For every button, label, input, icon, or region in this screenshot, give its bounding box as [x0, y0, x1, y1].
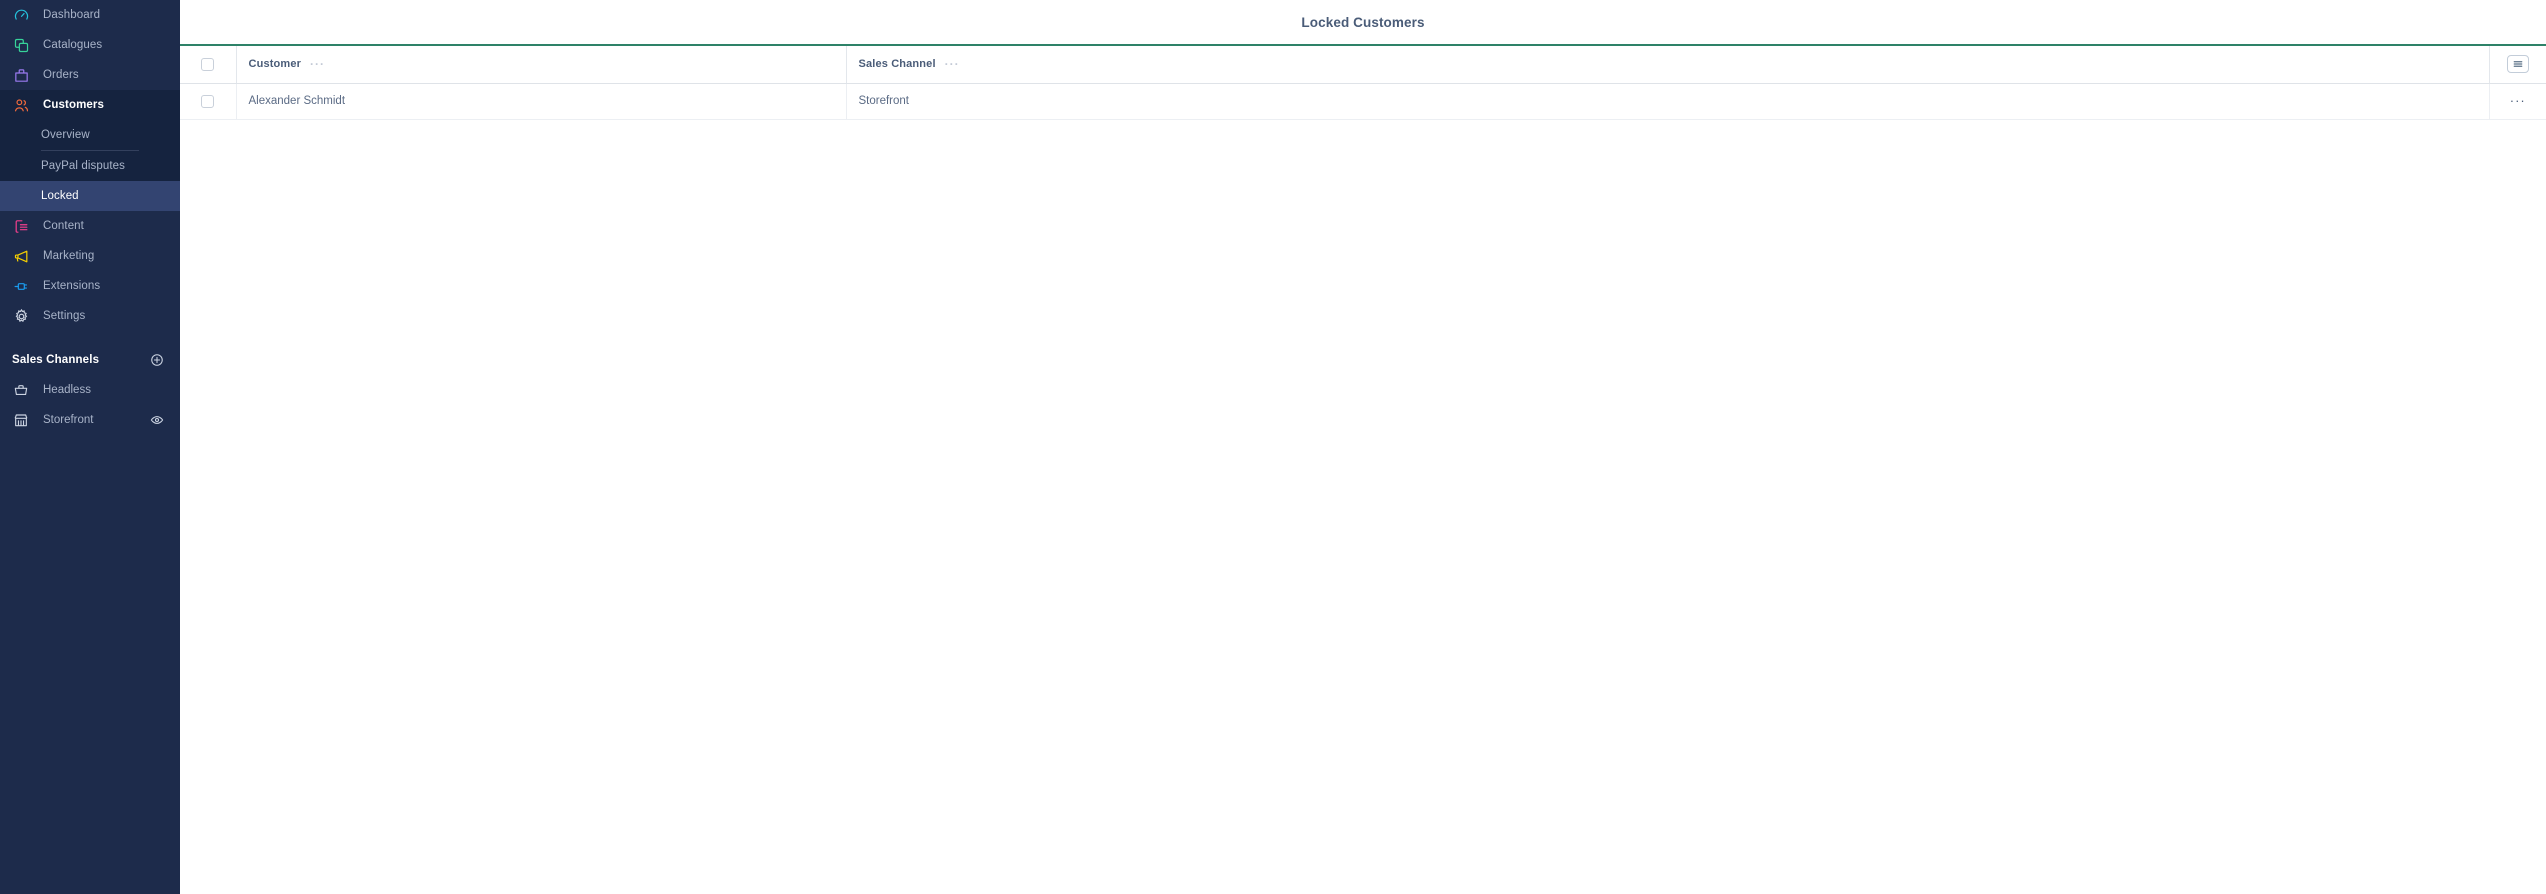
sidebar-item-marketing[interactable]: Marketing	[0, 241, 180, 271]
select-all-checkbox[interactable]	[201, 57, 215, 71]
locked-customers-table: Customer ··· Sales Channel ··· Alexander…	[180, 46, 2546, 120]
column-menu-icon[interactable]: ···	[945, 58, 960, 70]
table-head: Customer ··· Sales Channel ···	[180, 46, 2546, 84]
page-title: Locked Customers	[1301, 14, 1425, 30]
content-icon	[12, 217, 30, 235]
sidebar-item-orders[interactable]: Orders	[0, 60, 180, 90]
column-header-customer[interactable]: Customer ···	[236, 46, 847, 84]
sales-channels-title: Sales Channels	[12, 354, 100, 366]
main-content: Locked Customers Customer ··· Sales Chan…	[180, 0, 2546, 894]
eye-icon[interactable]	[150, 413, 164, 427]
sidebar-item-label: Extensions	[43, 280, 101, 292]
table-row[interactable]: Alexander Schmidt Storefront ···	[180, 83, 2546, 120]
column-settings-header	[2489, 46, 2546, 84]
sidebar-subitem-paypal-disputes[interactable]: PayPal disputes	[0, 151, 180, 181]
sidebar-item-label: Customers	[43, 99, 104, 111]
data-grid: Customer ··· Sales Channel ··· Alexander…	[180, 46, 2546, 894]
cell-sales-channel: Storefront	[846, 83, 2490, 120]
bag-icon	[12, 66, 30, 84]
layers-icon	[12, 36, 30, 54]
sidebar-item-extensions[interactable]: Extensions	[0, 271, 180, 301]
sidebar-item-label: Catalogues	[43, 39, 103, 51]
column-header-label: Customer	[248, 58, 302, 71]
row-checkbox[interactable]	[201, 94, 215, 108]
sidebar-item-catalogues[interactable]: Catalogues	[0, 30, 180, 60]
select-all-cell	[180, 57, 236, 71]
sidebar-item-settings[interactable]: Settings	[0, 301, 180, 331]
sidebar-subitem-label: Locked	[41, 190, 79, 202]
sidebar-item-dashboard[interactable]: Dashboard	[0, 0, 180, 30]
column-menu-icon[interactable]: ···	[310, 58, 325, 70]
cell-row-actions: ···	[2489, 83, 2546, 120]
row-menu-icon[interactable]: ···	[2510, 94, 2526, 107]
megaphone-icon	[12, 247, 30, 265]
cell-customer: Alexander Schmidt	[236, 83, 847, 120]
table-header-row: Customer ··· Sales Channel ···	[180, 46, 2546, 84]
column-header-label: Sales Channel	[858, 58, 936, 71]
row-select-cell-inner	[180, 94, 236, 108]
table-body: Alexander Schmidt Storefront ···	[180, 83, 2546, 120]
basket-icon	[12, 382, 30, 398]
row-select-cell	[180, 83, 237, 120]
sidebar-item-label: Orders	[43, 69, 79, 81]
sidebar-subitem-label: PayPal disputes	[41, 160, 125, 172]
column-header-sales-channel[interactable]: Sales Channel ···	[846, 46, 2490, 84]
sidebar: Dashboard Catalogues Orders Customers Ov…	[0, 0, 180, 894]
store-icon	[12, 412, 30, 428]
sidebar-item-customers[interactable]: Customers	[0, 90, 180, 120]
sales-channel-label: Headless	[43, 384, 91, 396]
sidebar-item-label: Content	[43, 220, 84, 232]
users-icon	[12, 96, 30, 114]
plug-icon	[12, 277, 30, 295]
sidebar-item-label: Dashboard	[43, 9, 101, 21]
sales-channel-label: Storefront	[43, 414, 94, 426]
gauge-icon	[12, 6, 30, 24]
gear-icon	[12, 307, 30, 325]
sales-channel-storefront[interactable]: Storefront	[0, 405, 180, 435]
sidebar-item-label: Settings	[43, 310, 86, 322]
sidebar-item-content[interactable]: Content	[0, 211, 180, 241]
sidebar-item-label: Marketing	[43, 250, 95, 262]
sales-channel-headless[interactable]: Headless	[0, 375, 180, 405]
sidebar-group-customers: Customers Overview PayPal disputes	[0, 90, 180, 181]
sidebar-subitem-overview[interactable]: Overview	[0, 120, 180, 150]
page-header: Locked Customers	[180, 0, 2546, 44]
sales-channels-section-header: Sales Channels	[0, 345, 180, 375]
select-all-header	[180, 46, 237, 84]
columns-settings-icon[interactable]	[2506, 55, 2529, 74]
app-root: Dashboard Catalogues Orders Customers Ov…	[0, 0, 2546, 894]
sales-channel-value: Storefront	[858, 95, 910, 107]
plus-circle-icon[interactable]	[150, 353, 164, 367]
sidebar-subitem-label: Overview	[41, 129, 90, 141]
sidebar-subitem-locked[interactable]: Locked	[0, 181, 180, 211]
customer-name[interactable]: Alexander Schmidt	[237, 95, 346, 107]
